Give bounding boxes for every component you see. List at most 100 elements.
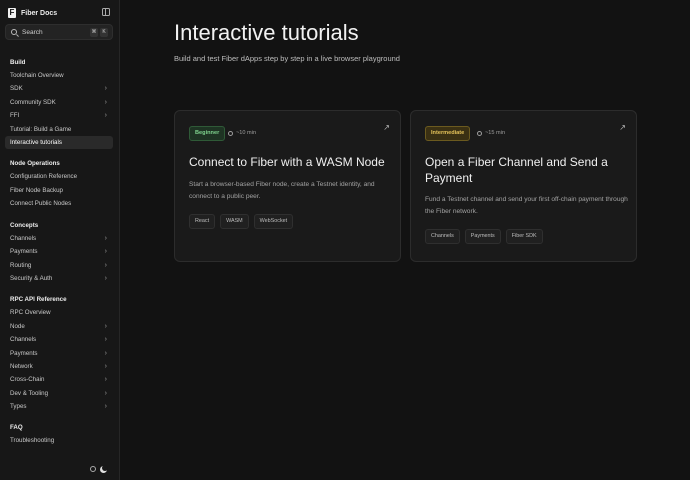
duration-text: ~10 min [236, 130, 257, 136]
sidebar-item-connect-public-nodes[interactable]: Connect Public Nodes [5, 197, 113, 210]
tag-list: React WASM WebSocket [189, 214, 294, 229]
chevron-right-icon: › [104, 235, 107, 242]
sidebar-item-label: Payments [10, 248, 38, 255]
sidebar-item-label: Community SDK [10, 99, 56, 106]
sidebar-item-label: Types [10, 403, 27, 410]
clock-icon [228, 130, 233, 136]
sidebar-item-label: Payments [10, 350, 38, 357]
tutorial-card-fiber-channel[interactable]: Intermediate ~15 min ↗ Open a Fiber Chan… [410, 110, 637, 262]
chevron-right-icon: › [104, 336, 107, 343]
search-icon [11, 29, 17, 35]
tag-payments: Payments [464, 229, 501, 244]
card-description: Start a browser-based Fiber node, create… [189, 181, 375, 200]
sidebar-item-label: Tutorial: Build a Game [10, 126, 72, 133]
sidebar-item-rpc-types[interactable]: Types › [5, 400, 113, 413]
sidebar-item-rpc-channels[interactable]: Channels › [5, 333, 113, 346]
sidebar-item-label: SDK [10, 85, 23, 92]
sidebar-item-tutorial-build-a-game[interactable]: Tutorial: Build a Game [5, 123, 113, 136]
sidebar-item-configuration-reference[interactable]: Configuration Reference [5, 170, 113, 183]
sidebar-item-troubleshooting[interactable]: Troubleshooting [5, 434, 113, 447]
section-faq: FAQ [10, 424, 23, 431]
chevron-right-icon: › [104, 112, 107, 119]
sidebar-item-toolchain-overview[interactable]: Toolchain Overview [5, 69, 113, 82]
sidebar-item-label: Dev & Tooling [10, 390, 49, 397]
level-badge: Intermediate [425, 126, 471, 141]
sidebar-item-rpc-dev-tooling[interactable]: Dev & Tooling › [5, 387, 113, 400]
sun-icon[interactable] [90, 466, 96, 472]
sidebar-item-label: Interactive tutorials [10, 139, 62, 146]
chevron-right-icon: › [104, 262, 107, 269]
moon-icon[interactable] [100, 465, 108, 473]
page-title: Interactive tutorials [174, 20, 359, 45]
sidebar-item-label: Routing [10, 262, 32, 269]
sidebar-item-label: Troubleshooting [10, 437, 55, 444]
sidebar-item-community-sdk[interactable]: Community SDK › [5, 96, 113, 109]
tag-list: Channels Payments Fiber SDK [425, 229, 543, 244]
sidebar-header: F Fiber Docs [8, 7, 112, 19]
shortcut-k-key: K [100, 28, 108, 37]
level-badge: Beginner [189, 126, 226, 141]
chevron-right-icon: › [104, 99, 107, 106]
sidebar-item-label: Channels [10, 336, 37, 343]
shortcut-cmd-key: ⌘ [90, 28, 98, 37]
tag-channels: Channels [425, 229, 460, 244]
section-build: Build [10, 59, 26, 66]
search-input[interactable]: Search ⌘ K [5, 24, 113, 40]
sidebar-item-label: Network [10, 363, 33, 370]
clock-icon [477, 130, 482, 136]
tag-fiber-sdk: Fiber SDK [505, 229, 543, 244]
sidebar-item-security-auth[interactable]: Security & Auth › [5, 272, 113, 285]
duration: ~10 min [228, 130, 256, 136]
fiber-logo[interactable]: F [8, 8, 16, 18]
card-title: Connect to Fiber with a WASM Node [189, 155, 385, 169]
sidebar-item-label: FFI [10, 112, 20, 119]
sidebar-item-payments[interactable]: Payments › [5, 245, 113, 258]
sidebar-item-channels[interactable]: Channels › [5, 232, 113, 245]
sidebar-item-rpc-cross-chain[interactable]: Cross-Chain › [5, 373, 113, 386]
chevron-right-icon: › [104, 363, 107, 370]
theme-toggle[interactable] [90, 465, 112, 474]
chevron-right-icon: › [104, 390, 107, 397]
tag-react: React [189, 214, 216, 229]
duration: ~15 min [477, 130, 505, 136]
sidebar-item-label: Configuration Reference [10, 173, 78, 180]
chevron-right-icon: › [104, 85, 107, 92]
sidebar-item-routing[interactable]: Routing › [5, 259, 113, 272]
sidebar-item-label: Cross-Chain [10, 376, 45, 383]
tag-wasm: WASM [220, 214, 249, 229]
chevron-right-icon: › [104, 350, 107, 357]
tag-websocket: WebSocket [253, 214, 294, 229]
chevron-right-icon: › [104, 376, 107, 383]
sidebar-item-label: Connect Public Nodes [10, 200, 72, 207]
sidebar-item-rpc-node[interactable]: Node › [5, 320, 113, 333]
site-title[interactable]: Fiber Docs [21, 10, 57, 17]
external-link-icon[interactable]: ↗ [619, 123, 626, 132]
sidebar-item-ffi[interactable]: FFI › [5, 109, 113, 122]
section-concepts: Concepts [10, 222, 39, 229]
panel-toggle-icon[interactable] [102, 8, 110, 16]
page-subtitle: Build and test Fiber dApps step by step … [174, 54, 400, 63]
card-title: Open a Fiber Channel and Send a Payment [425, 155, 608, 185]
sidebar-item-interactive-tutorials[interactable]: Interactive tutorials [5, 136, 113, 149]
chevron-right-icon: › [104, 275, 107, 282]
duration-text: ~15 min [485, 130, 506, 136]
sidebar-item-sdk[interactable]: SDK › [5, 82, 113, 95]
search-label: Search [22, 28, 43, 36]
sidebar-item-label: Channels [10, 235, 37, 242]
section-rpc-api-reference: RPC API Reference [10, 296, 67, 303]
card-description: Fund a Testnet channel and send your fir… [425, 196, 628, 215]
chevron-right-icon: › [104, 248, 107, 255]
sidebar: F Fiber Docs Search ⌘ K Build Toolchain … [0, 0, 120, 480]
sidebar-item-rpc-overview[interactable]: RPC Overview [5, 306, 113, 319]
tutorial-card-wasm-node[interactable]: Beginner ~10 min ↗ Connect to Fiber with… [174, 110, 401, 262]
sidebar-item-rpc-network[interactable]: Network › [5, 360, 113, 373]
chevron-right-icon: › [104, 323, 107, 330]
chevron-right-icon: › [104, 403, 107, 410]
sidebar-item-rpc-payments[interactable]: Payments › [5, 347, 113, 360]
sidebar-item-label: Toolchain Overview [10, 72, 64, 79]
sidebar-item-label: RPC Overview [10, 309, 51, 316]
external-link-icon[interactable]: ↗ [383, 123, 390, 132]
sidebar-item-label: Fiber Node Backup [10, 187, 63, 194]
sidebar-item-fiber-node-backup[interactable]: Fiber Node Backup [5, 184, 113, 197]
section-node-operations: Node Operations [10, 160, 60, 167]
